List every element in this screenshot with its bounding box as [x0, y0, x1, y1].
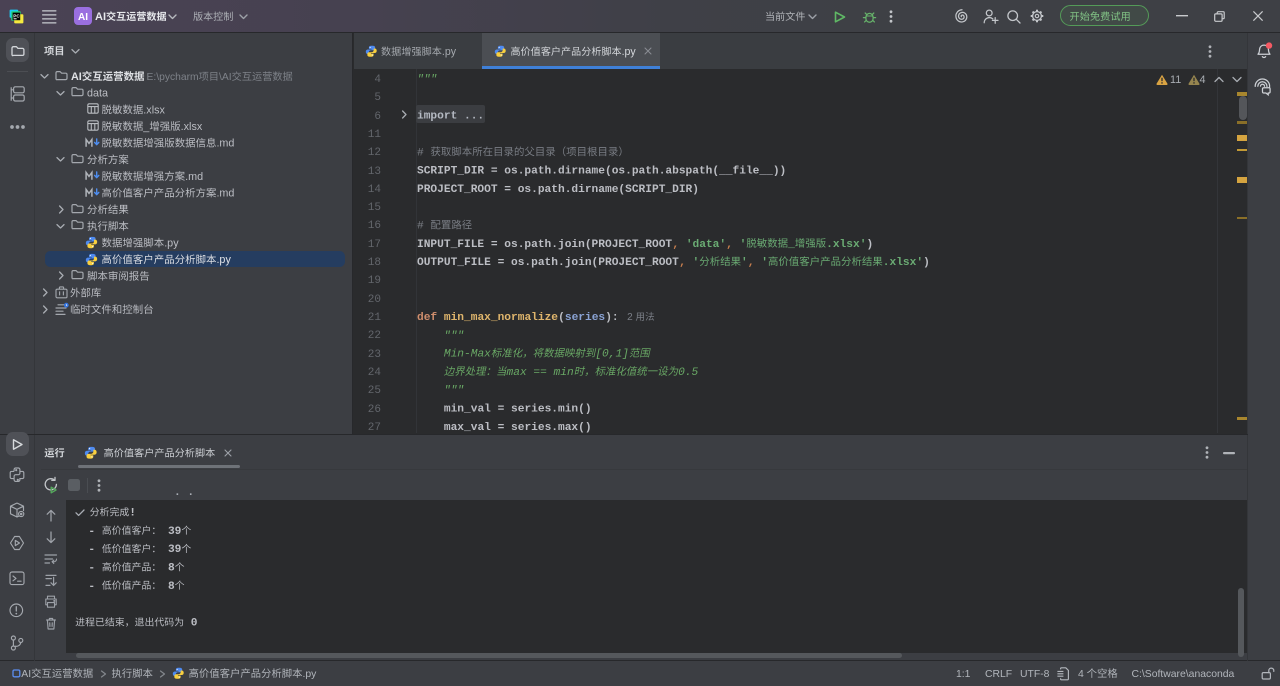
svg-text:.py: .py [216, 254, 231, 266]
svg-text:2: 2 [627, 312, 635, 323]
svg-text:AI: AI [21, 669, 31, 680]
svg-text:-: - [88, 544, 101, 556]
svg-text:):: ): [605, 312, 618, 324]
svg-text:,: , [679, 257, 686, 269]
svg-text:): ) [866, 239, 873, 251]
svg-text:1:1: 1:1 [956, 669, 971, 680]
svg-text:import ...: import ... [417, 111, 484, 123]
svg-text:': ' [761, 257, 768, 269]
svg-text:max == min: max == min [507, 367, 574, 379]
svg-text:AI: AI [78, 12, 88, 23]
svg-text:18: 18 [368, 257, 381, 269]
svg-text:#: # [417, 221, 430, 233]
svg-text:PROJECT_ROOT = os.path.dirname: PROJECT_ROOT = os.path.dirname(SCRIPT_DI… [417, 184, 699, 196]
svg-text:.py: .py [622, 46, 637, 58]
svg-text:': ' [741, 257, 748, 269]
svg-text:': ' [693, 257, 700, 269]
svg-text:min_val = series.min(): min_val = series.min() [444, 404, 592, 416]
svg-text:24: 24 [368, 367, 382, 379]
svg-text:def: def [417, 312, 444, 324]
svg-text:4: 4 [1078, 669, 1087, 680]
svg-text:,: , [672, 239, 679, 251]
svg-text:-: - [88, 526, 101, 538]
svg-text:8: 8 [161, 563, 175, 575]
svg-text:39: 39 [161, 526, 181, 538]
svg-text:15: 15 [368, 202, 381, 214]
svg-text:C:\Software\anaconda: C:\Software\anaconda [1132, 669, 1235, 680]
svg-text:SCRIPT_DIR = os.path.dirname(o: SCRIPT_DIR = os.path.dirname(os.path.abs… [417, 166, 786, 178]
svg-text:.py: .py [164, 238, 179, 250]
svg-text:AI: AI [95, 11, 106, 23]
svg-text:min_max_normalize: min_max_normalize [444, 312, 558, 324]
svg-text:OUTPUT_FILE = os.path.join(PRO: OUTPUT_FILE = os.path.join(PROJECT_ROOT [417, 257, 679, 269]
svg-text:""": """ [417, 74, 437, 86]
svg-text:12: 12 [368, 147, 381, 159]
svg-text:.py: .py [302, 669, 317, 680]
svg-text:.xlsx: .xlsx [181, 121, 203, 133]
svg-text:-: - [88, 581, 101, 593]
svg-text:data: data [87, 88, 108, 100]
svg-text:27: 27 [368, 422, 381, 434]
svg-text:#: # [417, 147, 430, 159]
svg-text:PC: PC [13, 13, 20, 18]
svg-text:,: , [726, 239, 733, 251]
svg-text:-: - [88, 563, 101, 575]
svg-text:E:\pycharm: E:\pycharm [147, 72, 199, 83]
svg-text:INPUT_FILE = os.path.join(PROJ: INPUT_FILE = os.path.join(PROJECT_ROOT [417, 239, 672, 251]
svg-text:.xlsx': .xlsx' [883, 257, 923, 269]
svg-text:': ' [740, 239, 747, 251]
svg-text:5: 5 [374, 92, 381, 104]
svg-text:0: 0 [184, 618, 198, 630]
svg-text:4: 4 [374, 74, 381, 86]
svg-text:25: 25 [368, 385, 381, 397]
svg-text:max_val = series.max(): max_val = series.max() [444, 422, 592, 434]
svg-text:22: 22 [368, 330, 381, 342]
svg-text:): ) [923, 257, 930, 269]
svg-text:8: 8 [161, 581, 175, 593]
svg-text:. . .: . . . [174, 493, 194, 498]
svg-text:16: 16 [368, 220, 381, 232]
svg-text:.md: .md [216, 188, 234, 200]
svg-text:4: 4 [1200, 74, 1206, 86]
svg-text:""": """ [444, 330, 464, 342]
svg-text:.xlsx: .xlsx [143, 104, 165, 116]
svg-text:UTF-8: UTF-8 [1020, 669, 1050, 680]
svg-text:series: series [565, 312, 606, 324]
svg-text:14: 14 [368, 184, 382, 196]
svg-text:_: _ [787, 239, 795, 251]
svg-text:(: ( [558, 312, 565, 324]
svg-text:'data': 'data' [686, 239, 726, 251]
svg-text:_: _ [142, 121, 150, 133]
svg-text:\AI: \AI [219, 72, 232, 83]
svg-text:0.5: 0.5 [678, 367, 698, 379]
svg-text:.py: .py [442, 46, 457, 58]
svg-text:20: 20 [368, 294, 381, 306]
svg-text:""": """ [444, 385, 464, 397]
svg-text:!: ! [129, 508, 136, 520]
svg-text:19: 19 [368, 275, 381, 287]
svg-text:11: 11 [368, 129, 382, 141]
svg-text:11: 11 [1170, 74, 1181, 86]
svg-text:CRLF: CRLF [985, 669, 1012, 680]
svg-text:23: 23 [368, 349, 381, 361]
svg-text:,: , [748, 257, 755, 269]
svg-text:6: 6 [374, 111, 381, 123]
svg-text:AI: AI [71, 71, 82, 83]
svg-text:17: 17 [368, 239, 381, 251]
svg-text:26: 26 [368, 404, 381, 416]
svg-text:.xlsx': .xlsx' [826, 239, 866, 251]
svg-text:.md: .md [216, 138, 234, 150]
svg-text:Min-Max: Min-Max [444, 349, 491, 361]
svg-text:39: 39 [161, 544, 181, 556]
svg-text:.md: .md [185, 171, 203, 183]
svg-text:21: 21 [368, 312, 382, 324]
svg-text:[0,1]: [0,1] [595, 349, 629, 361]
svg-text:13: 13 [368, 166, 381, 178]
